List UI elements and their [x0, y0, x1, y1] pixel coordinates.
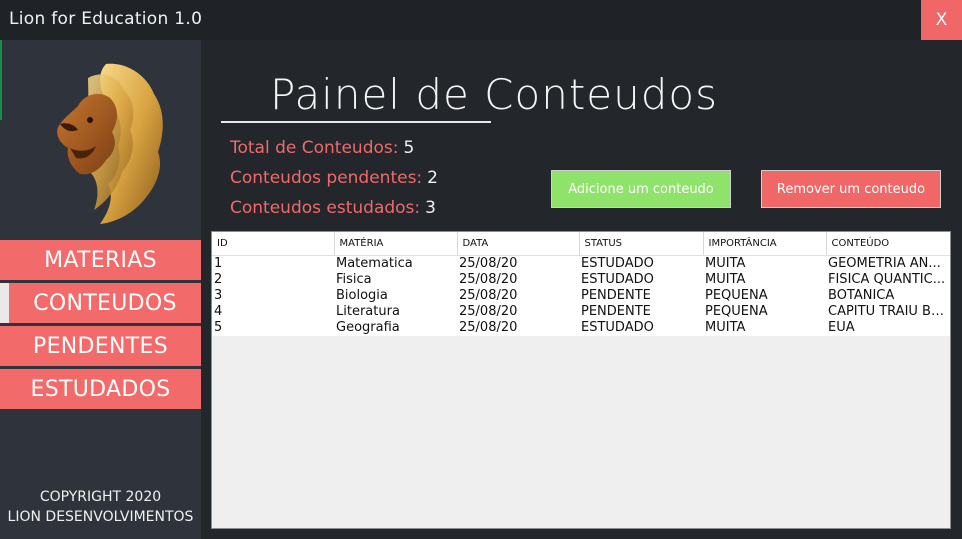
stat-estudados: Conteudos estudados: 3 [230, 198, 436, 218]
close-button[interactable]: X [921, 0, 962, 40]
sidebar: MATERIAS CONTEUDOS PENDENTES ESTUDADOS C… [0, 40, 201, 539]
edge-accent [0, 40, 2, 120]
lion-logo-icon [57, 63, 163, 224]
table-cell: Geografia [334, 319, 457, 336]
stat-pendentes-label: Conteudos pendentes: [230, 168, 423, 188]
table-cell: PENDENTE [579, 287, 703, 304]
table-cell: Biologia [334, 287, 457, 304]
table-cell: 25/08/20 [457, 255, 579, 272]
table-cell: MUITA [703, 319, 826, 336]
copyright: COPYRIGHT 2020 LION DESENVOLVIMENTOS [0, 487, 201, 527]
title-bar: Lion for Education 1.0 X [0, 0, 962, 40]
remove-content-button[interactable]: Remover um conteudo [761, 170, 941, 208]
main-panel: Painel de Conteudos Total de Conteudos: 5… [201, 40, 962, 539]
copyright-line1: COPYRIGHT 2020 [39, 489, 162, 505]
column-header-importancia[interactable]: IMPORTÂNCIA [703, 232, 827, 256]
table-cell: PEQUENA [703, 303, 826, 320]
add-content-button[interactable]: Adicione um conteudo [551, 170, 731, 208]
column-header-id[interactable]: ID [212, 232, 335, 256]
page-title: Painel de Conteudos [270, 70, 718, 119]
table-cell: 5 [212, 319, 334, 336]
sidebar-item-conteudos[interactable]: CONTEUDOS [0, 283, 201, 323]
stat-pendentes: Conteudos pendentes: 2 [230, 168, 438, 188]
table-row[interactable]: 2 Fisica 25/08/20 ESTUDADO MUITA FISICA … [212, 271, 950, 288]
stat-pendentes-value: 2 [427, 168, 438, 188]
app-title: Lion for Education 1.0 [9, 9, 203, 29]
table-cell: 3 [212, 287, 334, 304]
table-row[interactable]: 1 Matematica 25/08/20 ESTUDADO MUITA GEO… [212, 255, 950, 272]
sidebar-item-materias[interactable]: MATERIAS [0, 240, 201, 280]
title-underline [221, 121, 491, 123]
stat-estudados-value: 3 [425, 198, 436, 218]
column-header-conteudo[interactable]: CONTEÚDO [826, 232, 950, 256]
stat-total-label: Total de Conteudos: [230, 138, 399, 158]
table-cell: 25/08/20 [457, 271, 579, 288]
table-cell: MUITA [703, 271, 826, 288]
stat-estudados-label: Conteudos estudados: [230, 198, 421, 218]
sidebar-item-estudados[interactable]: ESTUDADOS [0, 369, 201, 409]
sidebar-item-pendentes[interactable]: PENDENTES [0, 326, 201, 366]
stat-total: Total de Conteudos: 5 [230, 138, 414, 158]
table-cell: CAPITU TRAIU BE... [826, 303, 950, 320]
table-cell: PEQUENA [703, 287, 826, 304]
table-cell: 25/08/20 [457, 319, 579, 336]
table-cell: GEOMETRIA AN... [826, 255, 950, 272]
table-cell: MUITA [703, 255, 826, 272]
column-header-status[interactable]: STATUS [579, 232, 704, 256]
table-cell: PENDENTE [579, 303, 703, 320]
table-row[interactable]: 3 Biologia 25/08/20 PENDENTE PEQUENA BOT… [212, 287, 950, 304]
copyright-line2: LION DESENVOLVIMENTOS [7, 509, 194, 525]
column-header-materia[interactable]: MATÉRIA [334, 232, 458, 256]
stat-total-value: 5 [403, 138, 415, 158]
table-cell: ESTUDADO [579, 271, 703, 288]
table-cell: 25/08/20 [457, 303, 579, 320]
table-cell: ESTUDADO [579, 319, 703, 336]
table-cell: 1 [212, 255, 334, 272]
table-cell: Literatura [334, 303, 457, 320]
table-cell: FISICA QUANTIC... [826, 271, 950, 288]
table-cell: Fisica [334, 271, 457, 288]
table-row[interactable]: 4 Literatura 25/08/20 PENDENTE PEQUENA C… [212, 303, 950, 320]
table-cell: Matematica [334, 255, 457, 272]
table-cell: BOTANICA [826, 287, 950, 304]
column-header-data[interactable]: DATA [457, 232, 580, 256]
table-cell: 2 [212, 271, 334, 288]
table-header-row: ID MATÉRIA DATA STATUS IMPORTÂNCIA CONTE… [212, 232, 950, 256]
table-row[interactable]: 5 Geografia 25/08/20 ESTUDADO MUITA EUA [212, 319, 950, 336]
content-table-grid: ID MATÉRIA DATA STATUS IMPORTÂNCIA CONTE… [212, 232, 950, 336]
table-cell: 4 [212, 303, 334, 320]
table-cell: EUA [826, 319, 950, 336]
table-cell: 25/08/20 [457, 287, 579, 304]
content-table[interactable]: ID MATÉRIA DATA STATUS IMPORTÂNCIA CONTE… [211, 231, 951, 529]
table-cell: ESTUDADO [579, 255, 703, 272]
